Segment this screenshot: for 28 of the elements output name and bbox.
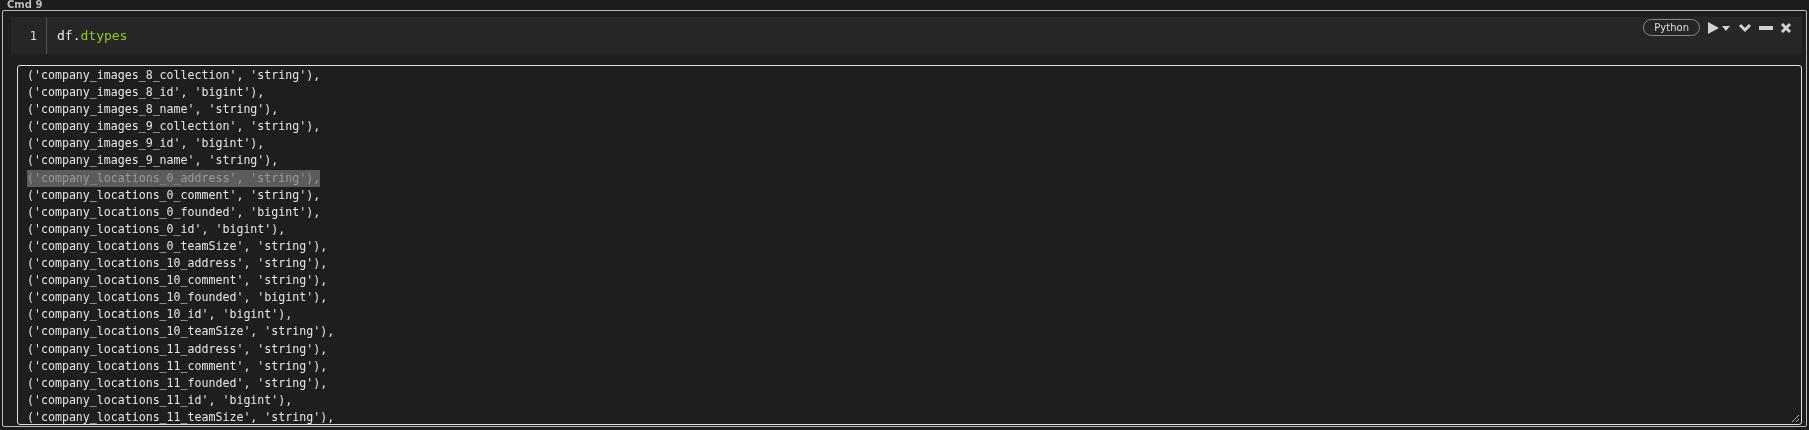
output-line: ('company_images_9_collection', 'string'), xyxy=(27,118,321,136)
line-number: 1 xyxy=(29,28,37,43)
output-line: ('company_images_8_name', 'string'), xyxy=(27,101,279,119)
close-icon[interactable] xyxy=(1780,21,1792,34)
output-line: ('company_locations_11_teamSize', 'string'), xyxy=(27,408,335,426)
output-line: ('company_locations_10_address', 'string'), xyxy=(27,255,328,273)
output-line: ('company_locations_0_id', 'bigint'), xyxy=(27,220,286,238)
output-line: ('company_images_8_id', 'bigint'), xyxy=(27,84,265,102)
cell-label: Cmd 9 xyxy=(6,0,43,10)
output-line: ('company_locations_11_id', 'bigint'), xyxy=(27,391,293,409)
output-line: ('company_images_8_collection', 'string'), xyxy=(27,67,321,84)
minimize-icon[interactable] xyxy=(1759,25,1773,30)
code-line: df.dtypes xyxy=(56,28,129,43)
output-line: ('company_locations_0_teamSize', 'string'), xyxy=(27,237,328,255)
output-line: ('company_images_9_id', 'bigint'), xyxy=(27,135,265,153)
run-icon[interactable] xyxy=(1707,20,1731,35)
chevron-down-icon[interactable] xyxy=(1738,22,1752,33)
output-line: ('company_locations_11_address', 'string'), xyxy=(27,340,328,358)
output-line: ('company_locations_10_id', 'bigint'), xyxy=(27,306,293,324)
output-line: ('company_images_9_name', 'string'), xyxy=(27,152,279,170)
output-line: ('company_locations_0_founded', 'bigint'), xyxy=(27,203,321,221)
resize-handle-icon[interactable] xyxy=(1791,414,1800,423)
output-line: ('company_locations_10_founded', 'bigint'), xyxy=(27,289,328,307)
output-line: ('company_locations_10_comment', 'string'), xyxy=(27,272,328,290)
output-line: ('company_locations_11_comment', 'string'), xyxy=(27,357,328,375)
output-line: ('company_locations_11_founded', 'string'), xyxy=(27,374,328,392)
output-line: ('company_locations_0_comment', 'string'), xyxy=(27,186,321,204)
output-line: ('company_locations_10_teamSize', 'string'), xyxy=(27,323,335,341)
